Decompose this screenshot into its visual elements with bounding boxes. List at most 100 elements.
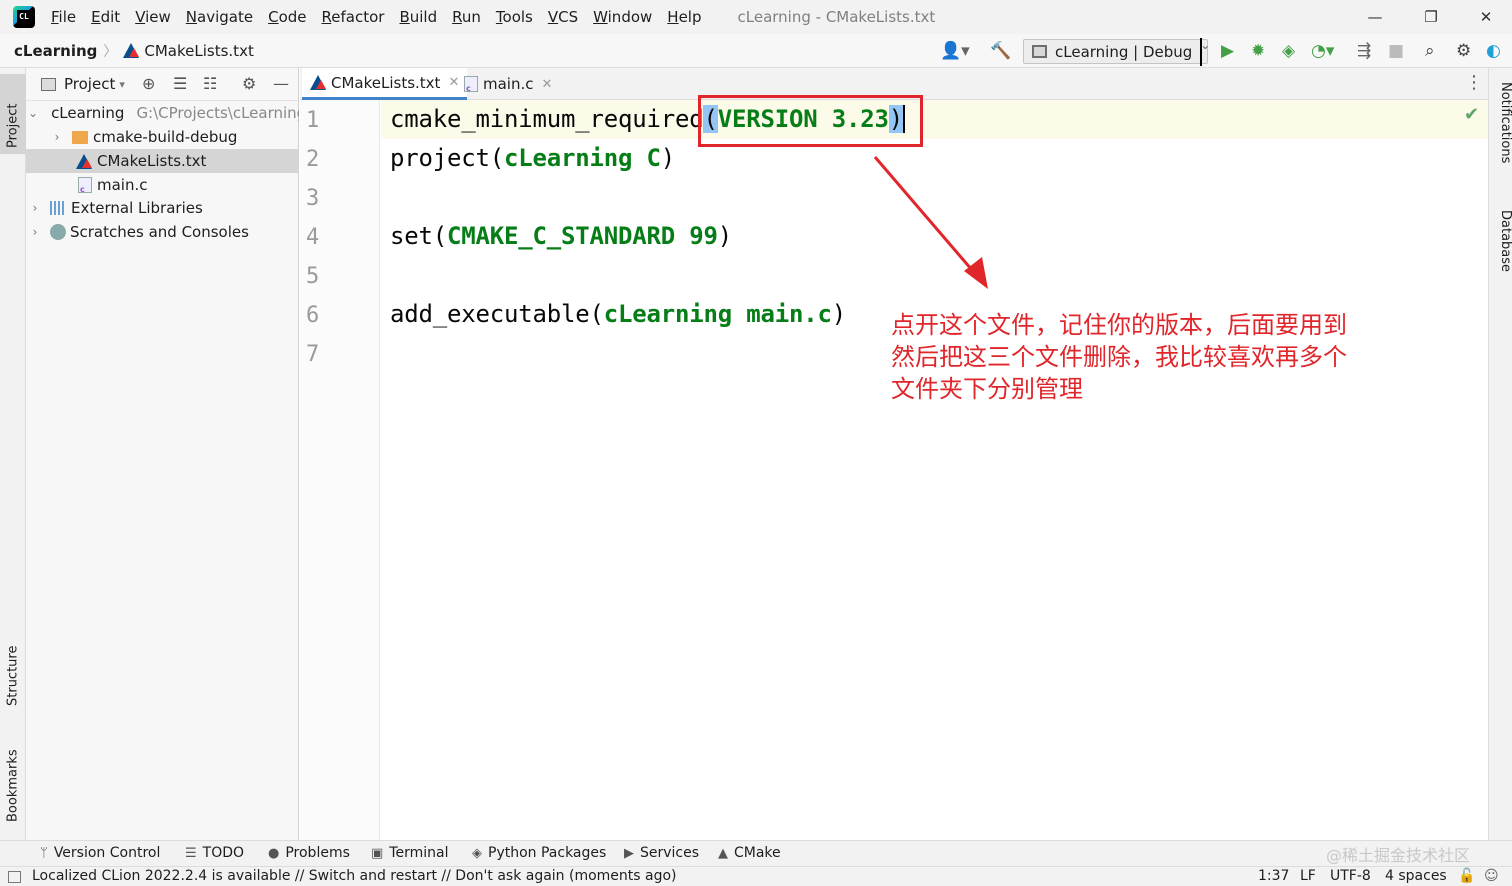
project-tool-window: Project ▾ ⊕ ☰ ☷ ⚙ — ⌄ cLearning G:\CProj… <box>26 68 299 840</box>
branch-icon: ᛘ <box>40 845 48 861</box>
breadcrumb-project[interactable]: cLearning <box>14 42 97 60</box>
logo-text: CL <box>17 10 31 24</box>
code-line-6[interactable]: add_executable(cLearning main.c) <box>390 300 846 328</box>
tree-item-project-root[interactable]: ⌄ cLearning G:\CProjects\cLearning <box>26 101 299 125</box>
annotation-note-line: 文件夹下分别管理 <box>891 375 1083 403</box>
restore-button[interactable]: ❐ <box>1403 0 1459 34</box>
menu-help[interactable]: Help <box>667 8 701 26</box>
tree-item-scratches[interactable]: › Scratches and Consoles <box>26 220 299 244</box>
user-icon[interactable]: 👤▾ <box>940 41 970 61</box>
tool-label: Terminal <box>389 845 449 861</box>
settings-gear-icon[interactable]: ⚙ <box>242 74 256 93</box>
project-view-selector[interactable]: Project <box>64 75 115 93</box>
tree-item-cmakelists[interactable]: CMakeLists.txt <box>26 149 299 173</box>
chevron-down-icon[interactable]: ⌄ <box>28 106 38 120</box>
tool-windows-toggle-icon[interactable] <box>8 871 21 883</box>
folder-icon <box>72 130 88 144</box>
menu-edit[interactable]: Edit <box>91 8 120 26</box>
tab-close-icon[interactable]: ✕ <box>542 77 553 92</box>
chevron-right-icon[interactable]: › <box>50 130 64 144</box>
tool-tab-bookmarks[interactable]: Bookmarks <box>0 732 26 828</box>
more-options-icon[interactable]: ⋮ <box>1465 72 1483 93</box>
file-encoding[interactable]: UTF-8 <box>1330 868 1371 884</box>
menu-file[interactable]: File <box>51 8 76 26</box>
tool-problems[interactable]: ● Problems <box>268 845 350 861</box>
code-paren: ) <box>831 300 846 328</box>
annotation-note-line: 点开这个文件，记住你的版本，后面要用到 <box>891 311 1347 339</box>
menu-window[interactable]: Window <box>593 8 652 26</box>
tool-tab-structure-label: Structure <box>5 645 21 706</box>
list-icon: ☰ <box>185 845 197 861</box>
tree-item-main-c[interactable]: main.c <box>26 173 299 197</box>
indent-setting[interactable]: 4 spaces <box>1385 868 1447 884</box>
profile-icon[interactable]: ◔▾ <box>1311 41 1334 61</box>
build-hammer-icon[interactable]: 🔨 <box>990 41 1011 61</box>
clion-logo-icon[interactable]: CL <box>13 6 35 28</box>
menu-refactor[interactable]: Refactor <box>322 8 385 26</box>
tool-cmake[interactable]: ▲ CMake <box>718 845 781 861</box>
chevron-down-icon: ⌄ <box>1200 37 1210 66</box>
tool-tab-project-label: Project <box>5 103 21 148</box>
tool-tab-project[interactable]: Project <box>0 74 26 154</box>
lock-icon[interactable]: 🔓 <box>1458 868 1475 884</box>
run-configuration-select[interactable]: cLearning | Debug ⌄ <box>1023 37 1210 66</box>
collapse-all-icon[interactable]: ☷ <box>203 74 217 93</box>
locate-file-icon[interactable]: ⊕ <box>142 74 155 93</box>
tool-todo[interactable]: ☰ TODO <box>185 845 244 861</box>
tool-tab-database[interactable]: Database <box>1489 206 1512 296</box>
tree-item-external-libraries[interactable]: › External Libraries <box>26 196 299 220</box>
tool-tab-database-label: Database <box>1498 210 1512 273</box>
code-line-4[interactable]: set(CMAKE_C_STANDARD 99) <box>390 222 732 250</box>
packages-icon: ◈ <box>472 845 482 861</box>
status-message[interactable]: Localized CLion 2022.2.4 is available //… <box>32 868 677 884</box>
chevron-right-icon[interactable]: › <box>28 201 42 215</box>
settings-gear-icon[interactable]: ⚙ <box>1456 41 1471 61</box>
code-function: set( <box>390 222 447 250</box>
menu-vcs[interactable]: VCS <box>548 8 578 26</box>
tab-cmakelists[interactable]: CMakeLists.txt ✕ <box>302 68 468 100</box>
menu-build[interactable]: Build <box>399 8 437 26</box>
chevron-right-icon[interactable]: › <box>28 225 42 239</box>
menu-code[interactable]: Code <box>268 8 306 26</box>
close-window-button[interactable]: ✕ <box>1458 0 1512 34</box>
tree-item-cmake-build-debug[interactable]: › cmake-build-debug <box>26 125 299 149</box>
expand-all-icon[interactable]: ☰ <box>173 74 187 93</box>
c-file-icon <box>78 177 92 194</box>
menu-view[interactable]: View <box>135 8 171 26</box>
arrow-shaft <box>873 156 980 278</box>
hide-panel-icon[interactable]: — <box>273 74 289 93</box>
code-argument: cLearning C <box>504 144 661 172</box>
line-separator[interactable]: LF <box>1300 868 1316 884</box>
tool-version-control[interactable]: ᛘ Version Control <box>40 845 160 861</box>
config-icon <box>1032 45 1047 58</box>
tool-terminal[interactable]: ▣ Terminal <box>371 845 448 861</box>
inspector-icon[interactable]: ☺ <box>1484 868 1499 884</box>
menu-tools[interactable]: Tools <box>496 8 533 26</box>
code-function: project( <box>390 144 504 172</box>
tool-label: Services <box>640 845 700 861</box>
stop-icon[interactable]: ■ <box>1388 41 1404 61</box>
attach-icon[interactable]: ⇶ <box>1357 41 1371 61</box>
cmake-file-icon <box>76 153 92 169</box>
chevron-down-icon[interactable]: ▾ <box>119 78 125 91</box>
debug-bug-icon[interactable]: ✹ <box>1251 41 1265 61</box>
menu-navigate[interactable]: Navigate <box>186 8 253 26</box>
run-icon[interactable]: ▶ <box>1221 41 1234 61</box>
tool-label: TODO <box>202 845 245 861</box>
coverage-icon[interactable]: ◈ <box>1282 41 1295 61</box>
minimize-button[interactable]: — <box>1347 0 1403 34</box>
tool-tab-notifications[interactable]: Notifications <box>1489 78 1512 198</box>
inspection-ok-check-icon[interactable]: ✔ <box>1464 104 1479 125</box>
tool-tab-structure[interactable]: Structure <box>0 628 26 712</box>
tab-main-c[interactable]: main.c ✕ <box>456 68 560 100</box>
code-with-me-icon[interactable]: ◐ <box>1486 41 1501 61</box>
search-icon[interactable]: ⌕ <box>1425 41 1435 61</box>
breadcrumb-file[interactable]: CMakeLists.txt <box>144 42 253 60</box>
tool-python-packages[interactable]: ◈ Python Packages <box>472 845 606 861</box>
menu-run[interactable]: Run <box>452 8 481 26</box>
annotation-highlight-box <box>698 95 923 147</box>
annotation-note-line: 然后把这三个文件删除，我比较喜欢再多个 <box>891 343 1347 371</box>
code-line-2[interactable]: project(cLearning C) <box>390 144 675 172</box>
tool-services[interactable]: ▶ Services <box>624 845 699 861</box>
caret-position[interactable]: 1:37 <box>1258 868 1289 884</box>
